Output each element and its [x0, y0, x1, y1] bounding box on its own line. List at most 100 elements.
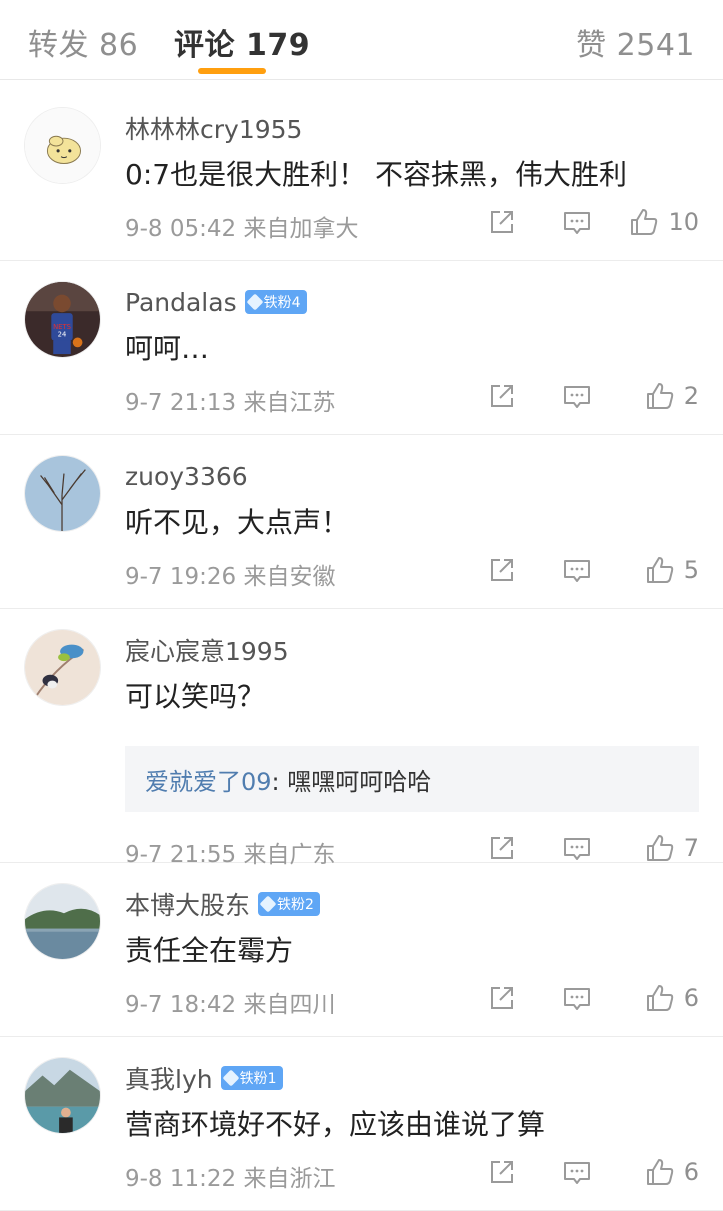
repost-button[interactable] — [486, 205, 518, 239]
like-button[interactable]: 5 — [644, 553, 699, 587]
like-button[interactable]: 2 — [644, 379, 699, 413]
tab-reposts[interactable]: 转发 86 — [28, 20, 138, 64]
comment-button[interactable] — [561, 831, 593, 865]
comment-location: 来自四川 — [243, 992, 336, 1018]
avatar[interactable] — [24, 1057, 101, 1134]
like-button[interactable]: 6 — [644, 981, 699, 1015]
reply-text: : 嘿嘿呵呵哈哈 — [271, 767, 432, 796]
thumbs-up-icon — [646, 1159, 673, 1185]
fan-badge: 铁粉4 — [244, 290, 307, 314]
repost-icon — [491, 559, 513, 581]
avatar[interactable] — [24, 107, 101, 184]
comment-location: 来自江苏 — [243, 390, 336, 416]
svg-text:24: 24 — [58, 331, 67, 339]
tab-likes[interactable]: 赞 2541 — [576, 20, 695, 64]
thumbs-up-icon — [646, 383, 673, 409]
comment-location: 来自加拿大 — [243, 216, 359, 242]
like-count: 6 — [683, 984, 699, 1012]
fan-badge: 铁粉1 — [220, 1066, 283, 1090]
badge-label: 铁粉2 — [277, 897, 314, 913]
repost-icon — [491, 385, 513, 407]
svg-text:NETS: NETS — [53, 323, 71, 331]
comment-item: 宸心宸意1995 可以笑吗？ 爱就爱了09: 嘿嘿呵呵哈哈 9-7 21:55 … — [0, 609, 723, 868]
repost-icon — [491, 837, 513, 859]
like-button[interactable]: 6 — [644, 1155, 699, 1189]
reply-username[interactable]: 爱就爱了09 — [145, 762, 272, 797]
comment-text: 可以笑吗？ — [125, 680, 266, 713]
username[interactable]: 林林林cry1955 — [125, 110, 302, 146]
comment-item: 本博大股东 铁粉2 责任全在霉方 9-7 18:42 来自四川 6 — [0, 863, 723, 1037]
comment-meta: 9-7 19:26 来自安徽 — [125, 557, 335, 591]
like-count: 5 — [683, 556, 699, 584]
comment-item: 林林林cry1955 0:7也是很大胜利！ 不容抹黑，伟大胜利 9-8 05:4… — [0, 87, 723, 261]
fan-badge: 铁粉2 — [258, 892, 320, 916]
avatar[interactable] — [24, 883, 101, 960]
comment-text: 听不见，大点声！ — [125, 506, 350, 539]
like-count: 2 — [683, 382, 699, 410]
comment-icon — [564, 988, 590, 1010]
username[interactable]: 本博大股东 — [125, 886, 250, 922]
repost-button[interactable] — [486, 981, 518, 1015]
comment-time: 9-8 05:42 — [125, 216, 237, 242]
repost-button[interactable] — [486, 1155, 518, 1189]
avatar[interactable]: NETS 24 — [24, 281, 101, 358]
repost-button[interactable] — [486, 553, 518, 587]
comment-icon — [564, 1162, 590, 1184]
diamond-icon — [222, 1069, 240, 1087]
comment-icon — [564, 386, 590, 408]
tab-comments[interactable]: 评论 179 — [174, 20, 310, 64]
comment-meta: 9-7 21:13 来自江苏 — [125, 383, 335, 417]
comment-time: 9-7 18:42 — [125, 992, 237, 1018]
badge-label: 铁粉1 — [239, 1071, 277, 1087]
comment-location: 来自浙江 — [243, 1166, 336, 1192]
comment-item: 真我lyh 铁粉1 营商环境好不好，应该由谁说了算 9-8 11:22 来自浙江… — [0, 1037, 723, 1211]
comment-meta: 9-8 05:42 来自加拿大 — [125, 209, 358, 243]
comment-item: zuoy3366 听不见，大点声！ 9-7 19:26 来自安徽 5 — [0, 435, 723, 609]
comment-button[interactable] — [561, 379, 593, 413]
comment-button[interactable] — [561, 553, 593, 587]
active-tab-indicator — [198, 68, 266, 74]
like-button[interactable]: 7 — [644, 831, 699, 865]
avatar[interactable] — [24, 455, 101, 532]
repost-icon — [491, 1161, 513, 1183]
comment-button[interactable] — [561, 1155, 593, 1189]
comment-item: NETS 24 Pandalas 铁粉4 呵呵… 9-7 21:13 来自江苏 … — [0, 261, 723, 435]
thumbs-up-icon — [646, 835, 673, 861]
tab-bar: 转发 86 评论 179 赞 2541 — [0, 0, 723, 80]
repost-icon — [491, 211, 513, 233]
like-count: 10 — [668, 208, 699, 236]
comment-button[interactable] — [561, 981, 593, 1015]
comment-time: 9-7 19:26 — [125, 564, 237, 590]
comment-location: 来自安徽 — [243, 564, 336, 590]
comment-time: 9-7 21:13 — [125, 390, 237, 416]
repost-button[interactable] — [486, 379, 518, 413]
username[interactable]: Pandalas — [125, 288, 237, 317]
username[interactable]: zuoy3366 — [125, 462, 248, 491]
username[interactable]: 宸心宸意1995 — [125, 632, 289, 668]
comment-meta: 9-8 11:22 来自浙江 — [125, 1159, 335, 1193]
like-count: 6 — [683, 1158, 699, 1186]
thumbs-up-icon — [646, 985, 673, 1011]
comment-button[interactable] — [561, 205, 593, 239]
comment-text: 0:7也是很大胜利！ 不容抹黑，伟大胜利 — [125, 158, 627, 191]
badge-label: 铁粉4 — [263, 295, 301, 311]
username[interactable]: 真我lyh — [125, 1060, 213, 1096]
like-count: 7 — [683, 834, 699, 862]
comment-icon — [564, 560, 590, 582]
like-button[interactable]: 10 — [628, 205, 699, 239]
thumbs-up-icon — [631, 209, 658, 235]
comment-icon — [564, 838, 590, 860]
comment-time: 9-8 11:22 — [125, 1166, 237, 1192]
diamond-icon — [259, 895, 277, 913]
thumbs-up-icon — [646, 557, 673, 583]
comment-text: 营商环境好不好，应该由谁说了算 — [125, 1108, 546, 1141]
avatar[interactable] — [24, 629, 101, 706]
comment-meta: 9-7 18:42 来自四川 — [125, 985, 335, 1019]
diamond-icon — [246, 293, 264, 311]
comment-icon — [564, 212, 590, 234]
repost-button[interactable] — [486, 831, 518, 865]
comment-text: 责任全在霉方 — [125, 934, 294, 967]
comment-text: 呵呵… — [125, 332, 210, 365]
reply-preview[interactable]: 爱就爱了09: 嘿嘿呵呵哈哈 — [125, 746, 699, 812]
comment-list: 林林林cry1955 0:7也是很大胜利！ 不容抹黑，伟大胜利 9-8 05:4… — [0, 87, 723, 1211]
